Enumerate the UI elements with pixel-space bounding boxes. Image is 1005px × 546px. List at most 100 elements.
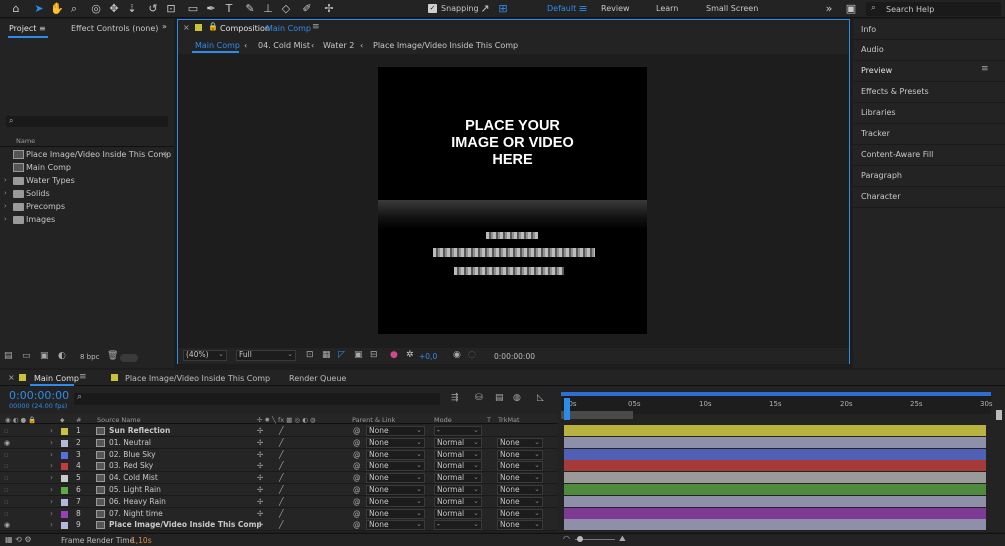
parent-dropdown[interactable]: None xyxy=(366,520,425,531)
visibility-toggle[interactable]: ▫ xyxy=(4,510,9,518)
visibility-toggle[interactable]: ▫ xyxy=(4,427,9,435)
workspace-review[interactable]: Review xyxy=(601,4,630,13)
panel-character[interactable]: Character xyxy=(861,192,901,201)
quality-switch-icon[interactable]: ╱ xyxy=(279,519,284,531)
clone-stamp-icon[interactable]: ⊥ xyxy=(261,2,275,16)
composition-mini-flowchart-icon[interactable]: ⇶ xyxy=(451,393,459,403)
layer-label-color[interactable] xyxy=(61,510,68,518)
project-item[interactable]: Main Comp xyxy=(0,161,174,174)
expand-arrow-icon[interactable]: › xyxy=(4,187,7,200)
layer-duration-bar[interactable] xyxy=(564,436,986,448)
snap-grid-icon[interactable]: ⊞ xyxy=(496,2,510,16)
project-item[interactable]: › Precomps xyxy=(0,200,174,213)
collapse-switch-icon[interactable]: ✢ xyxy=(257,460,263,472)
show-snapshot-icon[interactable]: ◌ xyxy=(468,350,476,360)
project-item[interactable]: › Solids xyxy=(0,187,174,200)
visibility-eye-icon[interactable]: ◉ xyxy=(4,521,10,529)
timeline-search-input[interactable]: ⌕ xyxy=(74,392,440,405)
zoom-in-icon[interactable]: ⛰ xyxy=(619,534,626,544)
layer-expand-arrow-icon[interactable]: › xyxy=(50,508,53,520)
timeline-end-marker[interactable] xyxy=(996,410,1002,420)
blend-mode-dropdown[interactable]: - xyxy=(434,426,482,436)
layer-name[interactable]: 02. Blue Sky xyxy=(109,449,156,461)
layer-duration-bar[interactable] xyxy=(564,448,986,460)
quality-switch-icon[interactable]: ╱ xyxy=(279,460,284,472)
blend-mode-dropdown[interactable]: Normal xyxy=(434,437,482,448)
flowchart-icon[interactable]: ⊹ xyxy=(162,148,169,161)
panel-paragraph[interactable]: Paragraph xyxy=(861,171,902,180)
quality-switch-icon[interactable]: ╱ xyxy=(279,472,284,484)
work-area-bar[interactable] xyxy=(561,392,991,396)
expand-arrow-icon[interactable]: › xyxy=(4,174,7,187)
preview-menu-icon[interactable]: ≡ xyxy=(981,64,989,74)
parent-dropdown[interactable]: None xyxy=(366,496,425,507)
track-matte-dropdown[interactable]: None xyxy=(497,520,543,531)
pick-whip-icon[interactable]: @ xyxy=(353,472,361,484)
layer-duration-bar[interactable] xyxy=(564,460,986,472)
pick-whip-icon[interactable]: @ xyxy=(353,496,361,508)
tab-project[interactable]: Project xyxy=(9,24,36,33)
track-matte-dropdown[interactable]: None xyxy=(497,496,543,507)
track-matte-dropdown[interactable]: None xyxy=(497,449,543,460)
user-interface-icon[interactable]: ▣ xyxy=(844,2,858,16)
zoom-slider-thumb[interactable] xyxy=(577,536,583,542)
workspace-small-screen[interactable]: Small Screen xyxy=(706,4,758,13)
panel-tracker[interactable]: Tracker xyxy=(861,129,890,138)
track-matte-dropdown[interactable]: None xyxy=(497,437,543,448)
tab-main-comp[interactable]: Main Comp xyxy=(34,374,79,383)
pick-whip-icon[interactable]: @ xyxy=(353,425,361,437)
quality-switch-icon[interactable]: ╱ xyxy=(279,437,284,449)
close-icon[interactable]: × xyxy=(8,373,15,382)
blend-mode-dropdown[interactable]: Normal xyxy=(434,461,482,472)
project-item[interactable]: Place Image/Video Inside This Comp ⊹ xyxy=(0,148,174,161)
new-composition-icon[interactable]: ▣ xyxy=(40,351,49,361)
workspace-default[interactable]: Default xyxy=(547,4,576,13)
pick-whip-icon[interactable]: @ xyxy=(353,519,361,531)
blend-mode-dropdown[interactable]: Normal xyxy=(434,508,482,519)
puppet-pin-icon[interactable]: ✢ xyxy=(322,2,336,16)
layer-row[interactable]: ▫ › 1 Sun Reflection ✢ ╱ @ None- xyxy=(0,425,557,437)
visibility-toggle[interactable]: ▫ xyxy=(4,498,9,506)
layer-label-color[interactable] xyxy=(61,451,68,459)
panel-preview[interactable]: Preview xyxy=(861,66,892,75)
quality-switch-icon[interactable]: ╱ xyxy=(279,484,284,496)
trash-icon[interactable]: 🗑 xyxy=(107,351,118,361)
resolution-dropdown[interactable]: Full xyxy=(236,350,296,361)
layer-row[interactable]: ▫ › 4 03. Red Sky ✢ ╱ @ None Normal None xyxy=(0,460,557,473)
project-menu-icon[interactable]: ≡ xyxy=(39,24,46,33)
parent-dropdown[interactable]: None xyxy=(366,485,425,495)
collapse-switch-icon[interactable]: ✢ xyxy=(257,437,263,449)
layer-row[interactable]: ◉ › 9 Place Image/Video Inside This Comp ✢ ╱ @… xyxy=(0,519,557,532)
lock-icon[interactable]: 🔒 xyxy=(208,22,218,31)
layer-row[interactable]: ▫ › 5 04. Cold Mist ✢ ╱ @ None Normal None xyxy=(0,472,557,485)
track-matte-dropdown[interactable]: None xyxy=(497,461,543,472)
anchor-tool-icon[interactable]: ⊡ xyxy=(164,2,178,16)
snap-options-icon[interactable]: ↗ xyxy=(478,2,492,16)
collapse-switch-icon[interactable]: ✢ xyxy=(257,484,263,496)
quality-switch-icon[interactable]: ╱ xyxy=(279,449,284,461)
layer-duration-bar[interactable] xyxy=(564,472,986,484)
roto-brush-icon[interactable]: ✐ xyxy=(300,2,314,16)
collapse-switch-icon[interactable]: ✢ xyxy=(257,449,263,461)
layer-name[interactable]: Place Image/Video Inside This Comp xyxy=(109,519,262,531)
layer-expand-arrow-icon[interactable]: › xyxy=(50,496,53,508)
composition-tab-name[interactable]: Main Comp xyxy=(266,24,311,33)
layer-row[interactable]: ▫ › 8 07. Night time ✢ ╱ @ None Normal None xyxy=(0,507,557,520)
selection-tool-icon[interactable]: ➤ xyxy=(32,2,46,16)
visibility-toggle[interactable]: ▫ xyxy=(4,486,9,494)
toggle-switch[interactable] xyxy=(120,354,138,362)
dolly-camera-icon[interactable]: ⇣ xyxy=(125,2,139,16)
channel-icon[interactable]: ⊟ xyxy=(370,350,378,360)
pan-camera-icon[interactable]: ✥ xyxy=(107,2,121,16)
panel-libraries[interactable]: Libraries xyxy=(861,108,896,117)
reset-exposure-icon[interactable]: ✲ xyxy=(406,350,414,360)
collapse-switch-icon[interactable]: ✢ xyxy=(257,472,263,484)
rectangle-tool-icon[interactable]: ▭ xyxy=(186,2,200,16)
blend-mode-dropdown[interactable]: Normal xyxy=(434,496,482,507)
composition-tab-prefix[interactable]: Composition xyxy=(220,24,270,33)
layer-row[interactable]: ◉ › 2 01. Neutral ✢ ╱ @ None Normal None xyxy=(0,436,557,449)
visibility-toggle[interactable]: ▫ xyxy=(4,474,9,482)
layer-expand-arrow-icon[interactable]: › xyxy=(50,460,53,472)
layer-name[interactable]: 05. Light Rain xyxy=(109,484,161,496)
layer-expand-arrow-icon[interactable]: › xyxy=(50,449,53,461)
